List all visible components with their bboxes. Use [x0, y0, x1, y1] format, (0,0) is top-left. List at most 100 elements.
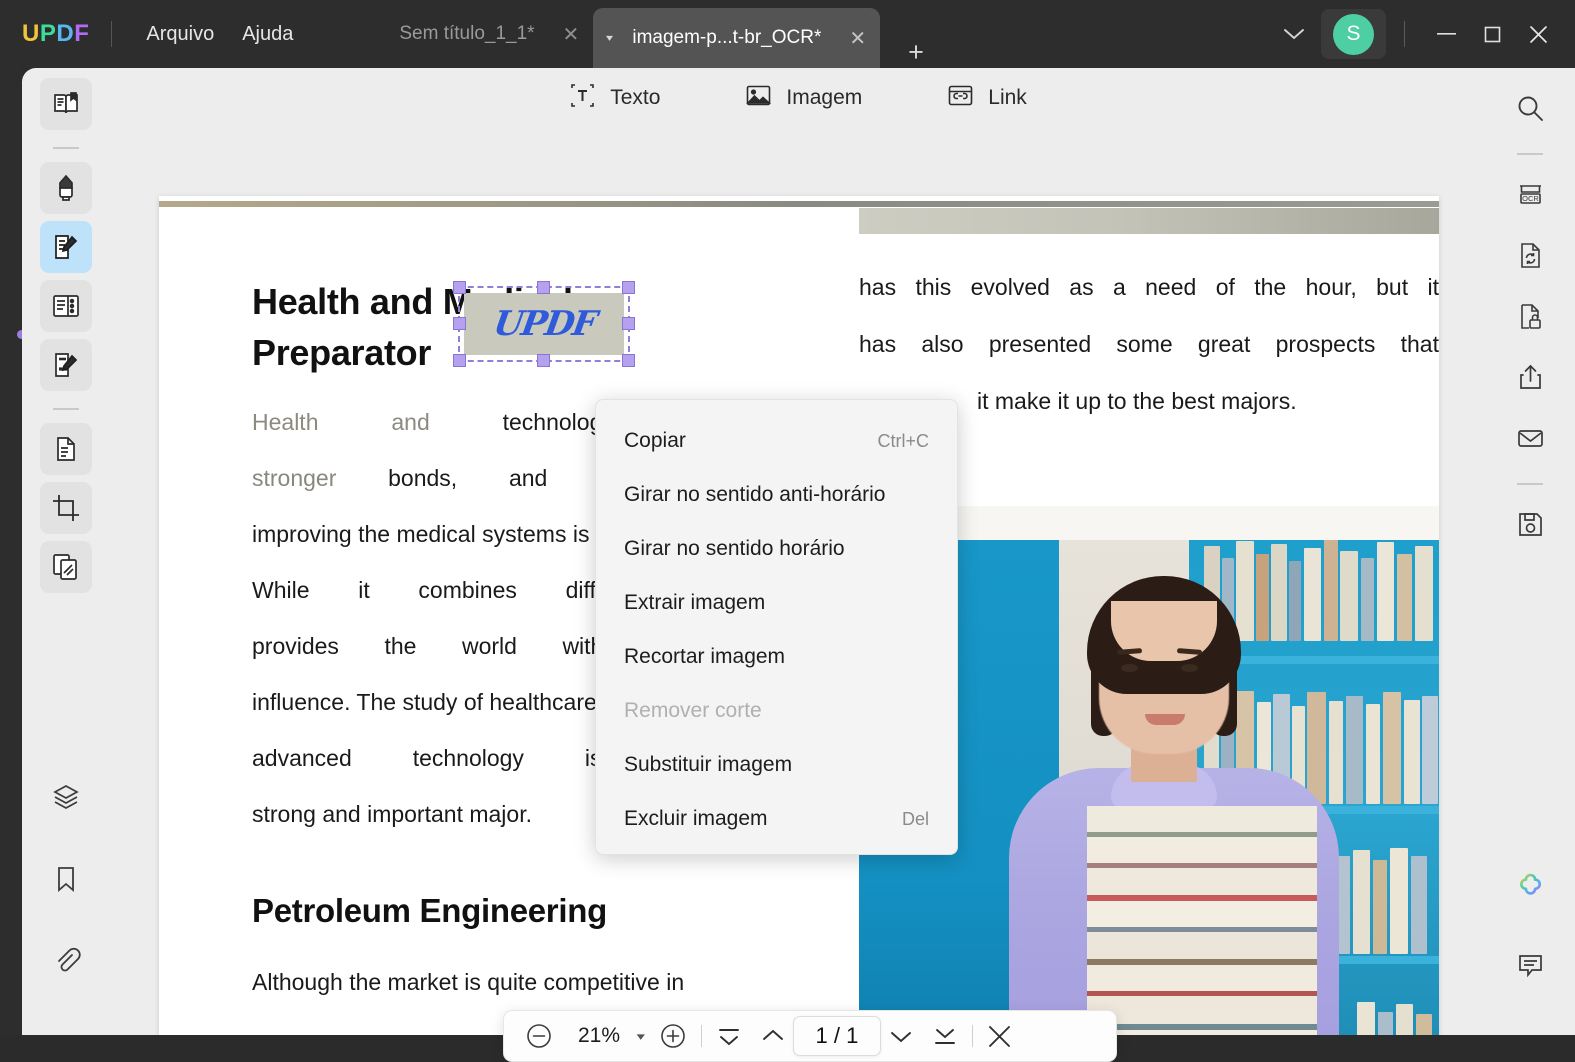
tool-label: Texto — [610, 86, 661, 109]
updf-logo: UPDF — [22, 20, 89, 48]
context-menu-shortcut: Del — [901, 808, 929, 829]
first-page-button[interactable] — [715, 1022, 743, 1050]
tool-link[interactable]: Link — [946, 81, 1027, 115]
context-menu-item-recortar-imagem[interactable]: Recortar imagem — [596, 630, 957, 684]
tab-close-icon[interactable]: ✕ — [563, 22, 580, 47]
link-icon — [946, 81, 975, 115]
window-left-edge — [0, 68, 26, 1035]
selection-box — [453, 281, 635, 367]
context-menu-label: Girar no sentido horário — [624, 537, 845, 560]
bookmark-icon[interactable] — [40, 853, 92, 905]
organize-pages-icon[interactable] — [40, 280, 92, 332]
context-menu-item-extrair-imagem[interactable]: Extrair imagem — [596, 576, 957, 630]
minimize-button[interactable] — [1423, 0, 1469, 68]
context-menu-item-girar-horario[interactable]: Girar no sentido horário — [596, 522, 957, 576]
resize-handle-n[interactable] — [537, 281, 550, 294]
convert-icon[interactable] — [1504, 229, 1556, 281]
edit-toolbar: Texto Imagem Link — [110, 68, 1485, 128]
context-menu-item-copiar[interactable]: Copiar Ctrl+C — [596, 414, 957, 468]
titlebar-right-controls: S — [1267, 0, 1575, 68]
crop-page-icon[interactable] — [40, 482, 92, 534]
document-heading-2: Petroleum Engineering — [252, 892, 607, 930]
close-zoombar-button[interactable] — [986, 1023, 1013, 1050]
resize-handle-se[interactable] — [622, 354, 635, 367]
right-toolbar: OCR — [1485, 68, 1575, 1035]
account-button[interactable]: S — [1321, 9, 1386, 59]
resize-handle-w[interactable] — [453, 317, 466, 330]
close-button[interactable] — [1515, 0, 1561, 68]
app-body: Texto Imagem Link OCR Health and Medical… — [22, 68, 1575, 1062]
selected-image-object[interactable]: UPDF — [453, 281, 635, 367]
tab-close-icon[interactable]: ✕ — [849, 26, 866, 51]
tab-dropdown-caret-icon[interactable]: ▾ — [606, 33, 613, 44]
reader-mode-icon[interactable] — [40, 78, 92, 130]
chevron-down-icon[interactable] — [1267, 21, 1321, 47]
resize-handle-ne[interactable] — [622, 281, 635, 294]
resize-handle-nw[interactable] — [453, 281, 466, 294]
context-menu-shortcut: Ctrl+C — [877, 430, 929, 451]
zoom-in-button[interactable] — [658, 1021, 688, 1051]
email-icon[interactable] — [1504, 412, 1556, 464]
comment-icon[interactable] — [1504, 939, 1556, 991]
title-bar: UPDF Arquivo Ajuda Sem título_1_1* ✕ ▾ i… — [0, 0, 1575, 68]
avatar: S — [1333, 13, 1374, 55]
zoom-dropdown-caret-icon[interactable]: ▾ — [637, 1030, 645, 1043]
last-page-button[interactable] — [931, 1022, 959, 1050]
svg-text:OCR: OCR — [1522, 194, 1539, 203]
zoombar-separator — [700, 1025, 702, 1047]
attachment-icon[interactable] — [40, 935, 92, 987]
share-icon[interactable] — [1504, 351, 1556, 403]
maximize-button[interactable] — [1469, 0, 1515, 68]
convert-pdf-icon[interactable] — [40, 423, 92, 475]
document-paragraph-line: has this evolved as a need of the hour, … — [859, 274, 1439, 300]
save-icon[interactable] — [1504, 498, 1556, 550]
page-gray-band-image — [859, 208, 1439, 234]
compare-documents-icon[interactable] — [40, 541, 92, 593]
tab-label: imagem-p...t-br_OCR* — [632, 27, 822, 48]
left-toolbar — [22, 68, 110, 1035]
layers-icon[interactable] — [40, 771, 92, 823]
context-menu-label: Excluir imagem — [624, 807, 768, 830]
resize-handle-sw[interactable] — [453, 354, 466, 367]
next-page-button[interactable] — [887, 1022, 915, 1050]
tool-imagem[interactable]: Imagem — [744, 81, 862, 115]
right-rail-separator-2 — [1517, 483, 1543, 485]
image-icon — [744, 81, 773, 115]
context-menu-label: Substituir imagem — [624, 753, 793, 776]
zoombar-separator-2 — [972, 1025, 974, 1047]
book-stack — [1087, 806, 1317, 1035]
tool-texto[interactable]: Texto — [568, 81, 660, 115]
context-menu-label: Extrair imagem — [624, 591, 766, 614]
ai-assistant-icon[interactable] — [1504, 859, 1556, 911]
annotate-highlighter-icon[interactable] — [40, 162, 92, 214]
rail-separator-2 — [53, 408, 79, 410]
context-menu-item-excluir-imagem[interactable]: Excluir imagem Del — [596, 792, 957, 846]
menu-arquivo[interactable]: Arquivo — [132, 17, 228, 52]
protect-icon[interactable] — [1504, 290, 1556, 342]
prev-page-button[interactable] — [759, 1022, 787, 1050]
context-menu-item-substituir-imagem[interactable]: Substituir imagem — [596, 738, 957, 792]
titlebar-divider — [111, 21, 113, 47]
search-icon[interactable] — [1504, 82, 1556, 134]
menu-ajuda[interactable]: Ajuda — [228, 17, 307, 52]
logo-letter-u: U — [22, 20, 40, 47]
resize-handle-e[interactable] — [622, 317, 635, 330]
edit-pdf-icon[interactable] — [40, 221, 92, 273]
page-indicator-input[interactable]: 1 / 1 — [792, 1016, 882, 1056]
document-paragraph-line: has also presented some great prospects … — [859, 331, 1439, 357]
context-menu-label: Recortar imagem — [624, 645, 786, 668]
resize-handle-s[interactable] — [537, 354, 550, 367]
new-tab-button[interactable]: + — [908, 37, 924, 68]
tool-label: Imagem — [786, 86, 863, 109]
tab-sem-titulo[interactable]: Sem título_1_1* ✕ — [385, 0, 593, 68]
context-menu-item-girar-anti-horario[interactable]: Girar no sentido anti-horário — [596, 468, 957, 522]
context-menu-item-remover-corte: Remover corte — [596, 684, 957, 738]
image-context-menu[interactable]: Copiar Ctrl+C Girar no sentido anti-horá… — [595, 399, 958, 855]
ocr-icon[interactable]: OCR — [1504, 168, 1556, 220]
zoom-page-toolbar[interactable]: 21% ▾ 1 / 1 — [503, 1010, 1117, 1062]
form-fill-sign-icon[interactable] — [40, 339, 92, 391]
zoom-level-value[interactable]: 21% — [562, 1024, 636, 1048]
tab-imagem-ocr[interactable]: ▾ imagem-p...t-br_OCR* ✕ — [593, 8, 881, 68]
zoom-out-button[interactable] — [524, 1021, 554, 1051]
text-icon — [568, 81, 597, 115]
